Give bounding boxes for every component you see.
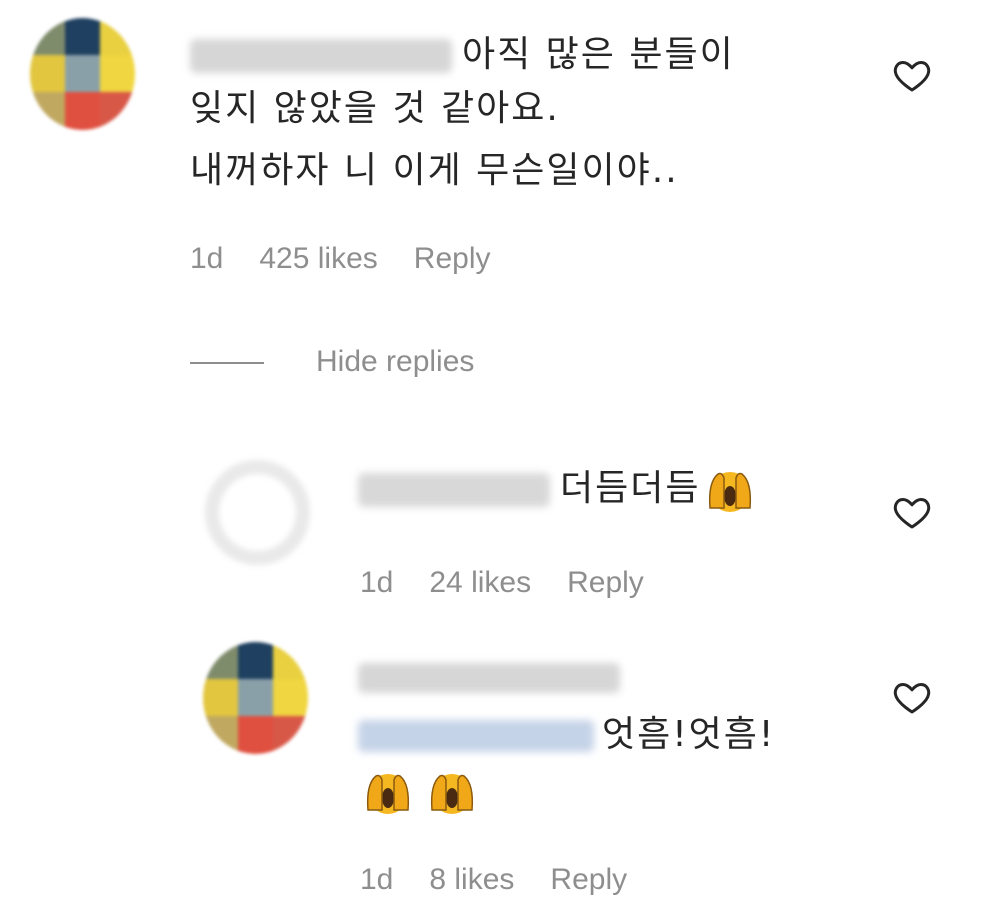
divider-line <box>190 362 264 365</box>
reply-button[interactable]: Reply <box>567 566 644 599</box>
likes-count[interactable]: 8 likes <box>429 863 514 896</box>
avatar[interactable] <box>205 460 310 565</box>
comment-item: 아직 많은 분들이 잊지 않았을 것 같아요. 내꺼하자 니 이게 무슨일이야.… <box>0 0 1000 300</box>
reply-emoji-line <box>362 764 478 818</box>
fearful-face-hands-icon <box>430 774 474 814</box>
reply-item: 더듬더듬 1d 24 likes Reply <box>0 440 1000 620</box>
reply-meta: 1d 24 likes Reply <box>360 566 680 600</box>
reply-button[interactable]: Reply <box>414 242 491 275</box>
reply-text: 더듬더듬 <box>358 462 756 516</box>
reply-meta: 1d 8 likes Reply <box>360 863 663 897</box>
fearful-face-hands-icon <box>366 774 410 814</box>
comment-text: 아직 많은 분들이 <box>190 28 735 81</box>
username-redacted[interactable] <box>358 663 620 693</box>
username-redacted[interactable] <box>190 39 452 73</box>
timestamp: 1d <box>360 863 394 896</box>
heart-icon[interactable] <box>892 492 932 532</box>
likes-count[interactable]: 425 likes <box>259 242 377 275</box>
hide-replies-button[interactable]: Hide replies <box>190 345 474 379</box>
timestamp: 1d <box>360 566 394 599</box>
comment-text-line: 잊지 않았을 것 같아요. <box>190 88 560 129</box>
username-redacted[interactable] <box>358 473 550 507</box>
avatar[interactable] <box>30 18 135 130</box>
avatar[interactable] <box>203 642 308 754</box>
likes-count[interactable]: 24 likes <box>429 566 531 599</box>
reply-button[interactable]: Reply <box>550 863 627 896</box>
timestamp: 1d <box>190 242 224 275</box>
comment-text-line: 내꺼하자 니 이게 무슨일이야.. <box>190 150 679 191</box>
heart-icon[interactable] <box>892 55 932 95</box>
mention-redacted[interactable] <box>358 720 594 752</box>
comment-meta: 1d 425 likes Reply <box>190 242 526 276</box>
reply-text: 엇흠!엇흠! <box>358 708 775 761</box>
heart-icon[interactable] <box>892 677 932 717</box>
fearful-face-hands-icon <box>709 472 752 512</box>
reply-item: 엇흠!엇흠! 1d 8 likes Reply <box>0 630 1000 919</box>
reply-username-line <box>358 650 620 703</box>
